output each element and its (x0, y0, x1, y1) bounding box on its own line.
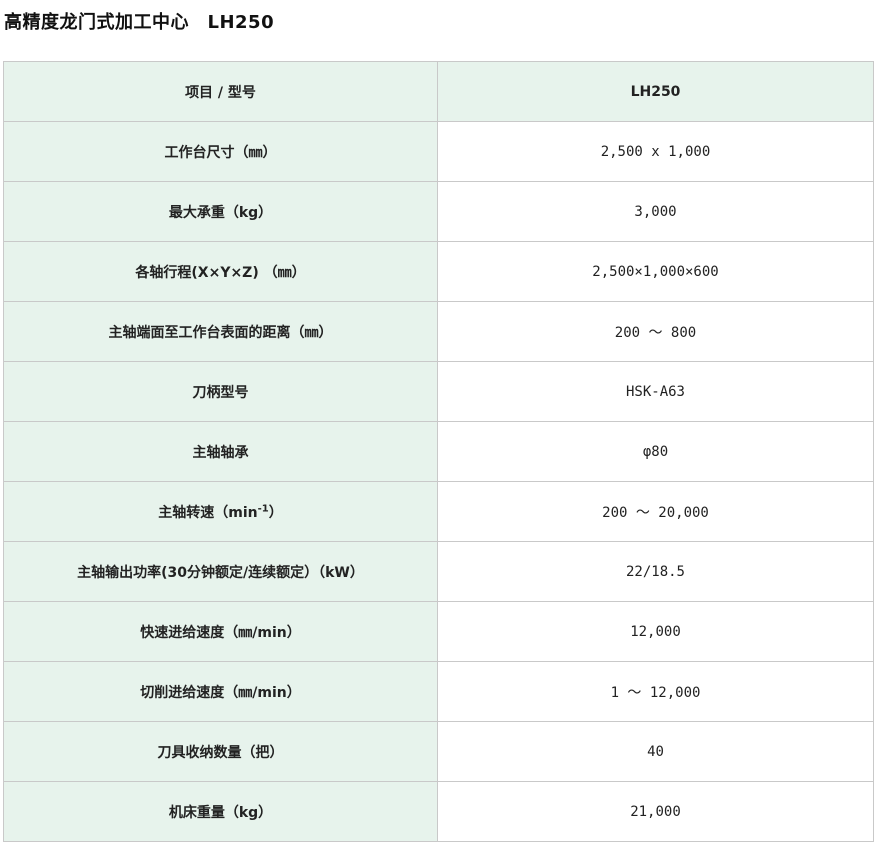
table-row: 最大承重（kg） 3,000 (3, 181, 874, 242)
table-row: 主轴输出功率(30分钟额定/连续额定）（kW） 22/18.5 (3, 541, 874, 602)
row-label-axis-travel: 各轴行程(X×Y×Z) （㎜） (3, 241, 438, 302)
row-value-tool-capacity: 40 (437, 721, 874, 782)
row-value-spindle-power: 22/18.5 (437, 541, 874, 602)
header-model-cell: LH250 (437, 61, 874, 122)
row-value-machine-weight: 21,000 (437, 781, 874, 842)
row-value-tool-holder: HSK-A63 (437, 361, 874, 422)
table-row: 工作台尺寸（㎜） 2,500 x 1,000 (3, 121, 874, 182)
table-row: 切削进给速度（㎜/min） 1 ～ 12,000 (3, 661, 874, 722)
table-row: 主轴轴承 φ80 (3, 421, 874, 482)
row-value-cutting-feed: 1 ～ 12,000 (437, 661, 874, 722)
row-label-table-size: 工作台尺寸（㎜） (3, 121, 438, 182)
row-label-machine-weight: 机床重量（kg） (3, 781, 438, 842)
row-label-tool-holder: 刀柄型号 (3, 361, 438, 422)
row-label-max-load: 最大承重（kg） (3, 181, 438, 242)
row-value-spindle-speed: 200 ～ 20,000 (437, 481, 874, 542)
row-label-spindle-power: 主轴输出功率(30分钟额定/连续额定）（kW） (3, 541, 438, 602)
table-row: 主轴端面至工作台表面的距离（㎜） 200 ～ 800 (3, 301, 874, 362)
table-row: 快速进给速度（㎜/min） 12,000 (3, 601, 874, 662)
spindle-speed-label-text: 主轴转速（min (158, 504, 258, 521)
spec-table: 项目 / 型号 LH250 工作台尺寸（㎜） 2,500 x 1,000 最大承… (3, 61, 874, 842)
spindle-speed-label-superscript: -1 (257, 502, 269, 514)
header-label-cell: 项目 / 型号 (3, 61, 438, 122)
table-row: 主轴转速（min-1） 200 ～ 20,000 (3, 481, 874, 542)
row-value-rapid-feed: 12,000 (437, 601, 874, 662)
row-value-spindle-distance: 200 ～ 800 (437, 301, 874, 362)
row-label-spindle-speed: 主轴转速（min-1） (3, 481, 438, 542)
table-row: 刀柄型号 HSK-A63 (3, 361, 874, 422)
row-value-table-size: 2,500 x 1,000 (437, 121, 874, 182)
page-title: 高精度龙门式加工中心 LH250 (4, 12, 275, 33)
row-label-spindle-bearing: 主轴轴承 (3, 421, 438, 482)
table-row: 各轴行程(X×Y×Z) （㎜） 2,500×1,000×600 (3, 241, 874, 302)
table-row: 刀具收纳数量（把） 40 (3, 721, 874, 782)
row-value-max-load: 3,000 (437, 181, 874, 242)
row-label-cutting-feed: 切削进给速度（㎜/min） (3, 661, 438, 722)
row-value-axis-travel: 2,500×1,000×600 (437, 241, 874, 302)
row-label-rapid-feed: 快速进给速度（㎜/min） (3, 601, 438, 662)
spindle-speed-label-close: ） (268, 504, 283, 521)
row-label-spindle-distance: 主轴端面至工作台表面的距离（㎜） (3, 301, 438, 362)
row-value-spindle-bearing: φ80 (437, 421, 874, 482)
table-row: 机床重量（kg） 21,000 (3, 781, 874, 842)
row-label-tool-capacity: 刀具收纳数量（把） (3, 721, 438, 782)
table-header-row: 项目 / 型号 LH250 (3, 61, 874, 122)
